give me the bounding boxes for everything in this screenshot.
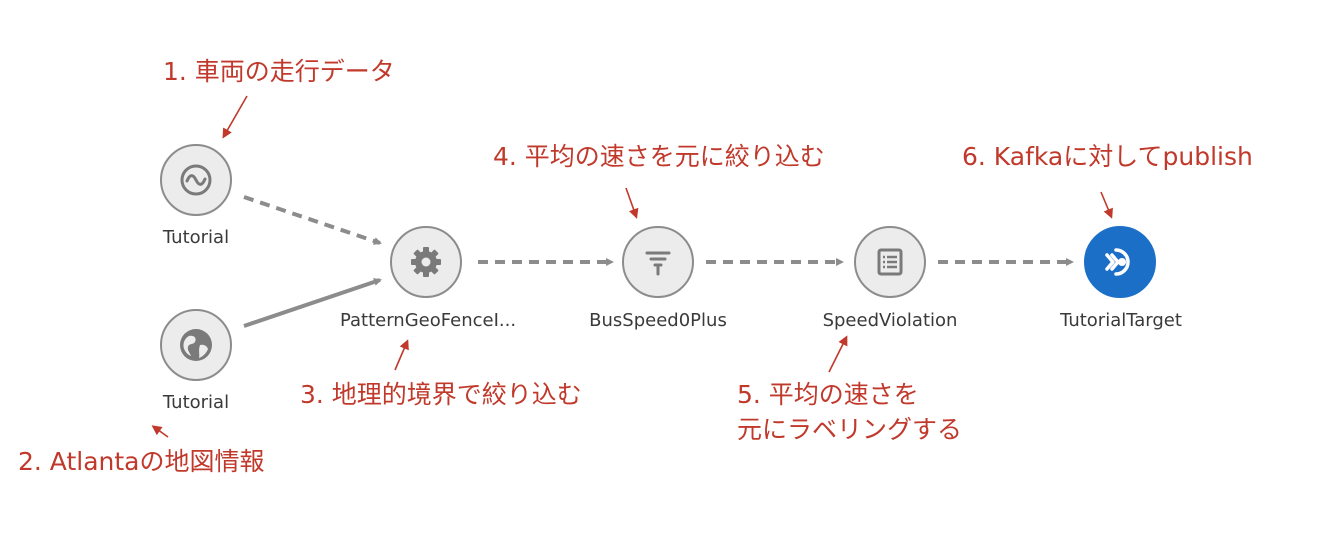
annotation-arrow-4 [625,187,639,219]
query-node[interactable] [854,226,926,298]
annotation-6: 6. Kafkaに対してpublish [962,142,1253,171]
kafka-target-icon [1102,244,1138,280]
pipeline-canvas: Tutorial Tutorial PatternGeoFenceI... Bu… [0,0,1344,537]
node-label: TutorialTarget [1060,310,1182,331]
annotation-5-line1: 5. 平均の速さを [737,380,919,409]
funnel-icon [641,245,675,279]
geo-fence-node[interactable] [160,309,232,381]
annotation-4: 4. 平均の速さを元に絞り込む [493,142,825,171]
node-label: Tutorial [162,392,230,413]
target-node[interactable] [1084,226,1156,298]
annotation-arrow-5 [828,335,848,373]
annotation-arrow-2 [151,425,169,438]
list-icon [873,245,907,279]
annotation-1: 1. 車両の走行データ [163,57,395,86]
stream-node[interactable] [160,144,232,216]
annotation-5-line2: 元にラベリングする [737,415,963,444]
node-label: Tutorial [162,227,230,248]
pattern-node[interactable] [390,226,462,298]
annotation-arrow-1 [222,95,248,139]
node-label: PatternGeoFenceI... [339,310,517,331]
filter-node[interactable] [622,226,694,298]
stream-icon [179,163,213,197]
node-label: SpeedViolation [822,310,958,331]
gear-icon [409,245,443,279]
node-label: BusSpeed0Plus [589,310,727,331]
annotation-2: 2. Atlantaの地図情報 [18,447,265,476]
annotation-arrow-6 [1100,191,1113,219]
edge-stream-to-pattern [243,195,382,245]
annotation-arrow-3 [394,339,409,371]
annotation-3: 3. 地理的境界で絞り込む [300,380,582,409]
globe-icon [177,326,215,364]
